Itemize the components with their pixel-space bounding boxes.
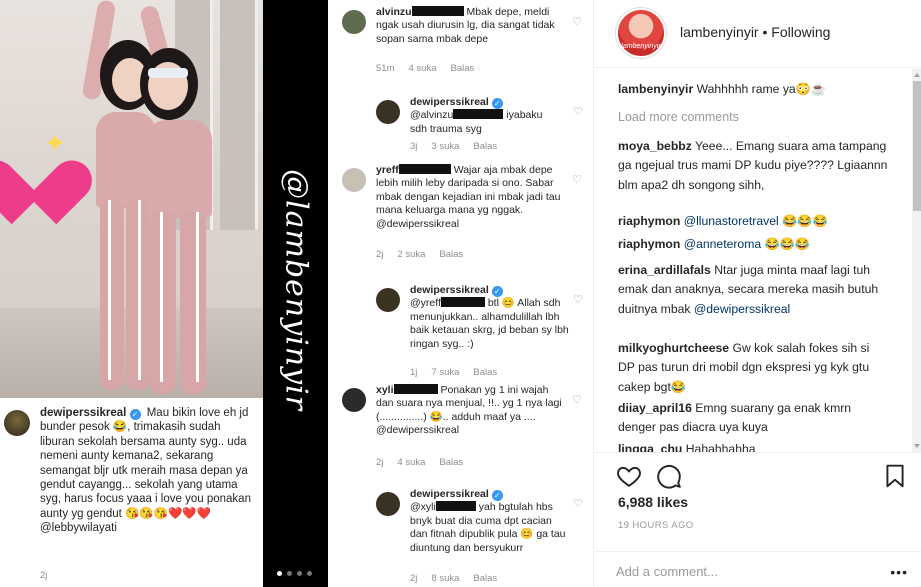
header-separator: •: [762, 24, 768, 40]
heart-icon[interactable]: [616, 463, 642, 489]
comment-username[interactable]: milkyoghurtcheese: [618, 341, 729, 355]
screenshot-comment: dewiperssikreal ✓ @yreff btl 😊 Allah sdh…: [376, 284, 593, 380]
avatar[interactable]: lambenyinyir: [616, 8, 666, 58]
redacted-block: [411, 6, 464, 16]
comment-username: xyli: [376, 384, 394, 396]
like-count[interactable]: 6,988 likes: [618, 494, 688, 510]
header-user: lambenyinyir • Following: [680, 24, 830, 40]
screenshot-comment: alvinzu Mbak depe, meldi ngak usah diuru…: [342, 6, 592, 78]
verified-icon: ✓: [491, 286, 503, 297]
watermark-text: @lambenyinyir: [278, 169, 313, 411]
following-button[interactable]: Following: [771, 24, 830, 40]
like-heart-icon[interactable]: ♡: [572, 174, 582, 187]
screenshot-comment: xyli Ponakan yg 1 ini wajah dan suara ny…: [342, 384, 592, 470]
post-photo: ✦: [0, 0, 263, 398]
screenshot-comment: dewiperssikreal ✓ @alvinzu iyabaku sdh t…: [376, 96, 593, 156]
comment-username: alvinzu: [376, 6, 412, 18]
list-item: erina_ardillafals Ntar juga minta maaf l…: [618, 261, 888, 319]
comment-username[interactable]: lingga_chu: [618, 442, 682, 452]
like-heart-icon[interactable]: ♡: [572, 394, 582, 407]
add-comment-bar: •••: [594, 551, 921, 587]
comment-list[interactable]: lambenyinyir Wahhhhh rame ya😳☕ Load more…: [594, 69, 912, 452]
post-sidebar: lambenyinyir lambenyinyir • Following la…: [593, 0, 921, 587]
caption-time: 2j: [40, 570, 48, 581]
like-heart-icon[interactable]: ♡: [573, 106, 583, 119]
like-heart-icon[interactable]: ♡: [573, 294, 583, 307]
list-item: milkyoghurtcheese Gw kok salah fokes sih…: [618, 339, 888, 397]
header-username[interactable]: lambenyinyir: [680, 24, 759, 40]
list-item: diiay_april16 Emng suarany ga enak kmrn …: [618, 399, 888, 438]
comment-text: 😂😂😂: [782, 214, 828, 228]
caption-username[interactable]: dewiperssikreal: [40, 407, 126, 419]
bookmark-icon[interactable]: [882, 463, 908, 489]
background-window: [220, 0, 258, 230]
comment-username[interactable]: erina_ardillafals: [618, 263, 711, 277]
scroll-down-icon[interactable]: [914, 444, 920, 448]
comment-text: Hahahhahha: [685, 442, 756, 452]
comment-username: dewiperssikreal: [410, 488, 489, 500]
list-item: riaphymon @llunastoretravel 😂😂😂: [618, 212, 888, 231]
comment-username: dewiperssikreal: [410, 284, 489, 296]
redacted-block: [453, 109, 504, 120]
comment-text: Wahhhhh rame ya😳☕: [696, 82, 827, 96]
redacted-block: [393, 384, 438, 394]
comment-input[interactable]: [616, 558, 876, 584]
comment-text: 😂😂😂: [764, 237, 811, 251]
scrollbar[interactable]: [912, 69, 921, 452]
comment-username[interactable]: moya_bebbz: [618, 139, 692, 153]
verified-icon: ✓: [491, 98, 503, 109]
comment-screenshot: alvinzu Mbak depe, meldi ngak usah diuru…: [328, 0, 593, 587]
avatar: [376, 288, 400, 312]
sparkle-icon: ✦: [44, 128, 66, 158]
comment-username[interactable]: diiay_april16: [618, 401, 692, 415]
screenshot-comment: dewiperssikreal ✓ @xyli yah bgtulah hbs …: [376, 488, 593, 584]
verified-icon: ✓: [129, 409, 141, 420]
list-item: riaphymon @anneteroma 😂😂😂: [618, 235, 888, 254]
avatar: [376, 100, 400, 124]
left-caption: dewiperssikreal ✓ Mau bikin love eh jd b…: [0, 398, 263, 587]
like-heart-icon[interactable]: ♡: [573, 498, 583, 511]
comment-mention[interactable]: @dewiperssikreal: [694, 302, 790, 316]
comment-username[interactable]: lambenyinyir: [618, 82, 693, 96]
avatar: [342, 10, 366, 34]
avatar: [376, 492, 400, 516]
redacted-block: [440, 297, 485, 308]
list-item: moya_bebbz Yeee... Emang suara ama tampa…: [618, 137, 888, 195]
watermark-strip: @lambenyinyir: [263, 0, 328, 587]
action-bar: 6,988 likes 19 HOURS AGO: [594, 452, 921, 542]
carousel-indicator: [277, 571, 312, 576]
comment-username: dewiperssikreal: [410, 96, 489, 108]
more-options-icon[interactable]: •••: [890, 564, 908, 580]
comment-username[interactable]: riaphymon: [618, 214, 680, 228]
load-more-comments-button[interactable]: Load more comments: [618, 110, 739, 124]
scroll-up-icon[interactable]: [914, 73, 920, 77]
carousel-dot[interactable]: [277, 571, 282, 576]
post-time: 19 HOURS AGO: [618, 520, 694, 531]
redacted-block: [435, 501, 476, 512]
comment-mention[interactable]: @anneteroma: [684, 237, 761, 251]
caption-body: Mau bikin love eh jd bunder pesok 😂, tri…: [40, 407, 251, 520]
scrollbar-thumb[interactable]: [913, 81, 921, 211]
list-item: lingga_chu Hahahhahha: [618, 440, 888, 452]
carousel-dot[interactable]: [297, 571, 302, 576]
post-header: lambenyinyir lambenyinyir • Following: [594, 0, 921, 68]
list-item: lambenyinyir Wahhhhh rame ya😳☕: [618, 80, 888, 99]
caption-text: dewiperssikreal ✓ Mau bikin love eh jd b…: [40, 406, 258, 536]
redacted-block: [398, 164, 451, 174]
comment-mention[interactable]: @llunastoretravel: [684, 214, 779, 228]
carousel-dot[interactable]: [287, 571, 292, 576]
caption-mention[interactable]: @lebbywilayati: [40, 522, 117, 534]
carousel-dot[interactable]: [307, 571, 312, 576]
avatar[interactable]: [4, 410, 30, 436]
avatar: [342, 168, 366, 192]
screenshot-comment: yreff Wajar aja mbak depe lebih milih le…: [342, 164, 592, 264]
comment-username: yreff: [376, 164, 399, 176]
comment-icon[interactable]: [656, 463, 682, 489]
like-heart-icon[interactable]: ♡: [572, 16, 582, 29]
avatar: [342, 388, 366, 412]
verified-icon: ✓: [491, 490, 503, 501]
post-media[interactable]: ✦ dewiperssikreal ✓ Mau bikin love eh jd…: [0, 0, 593, 587]
comment-username[interactable]: riaphymon: [618, 237, 680, 251]
